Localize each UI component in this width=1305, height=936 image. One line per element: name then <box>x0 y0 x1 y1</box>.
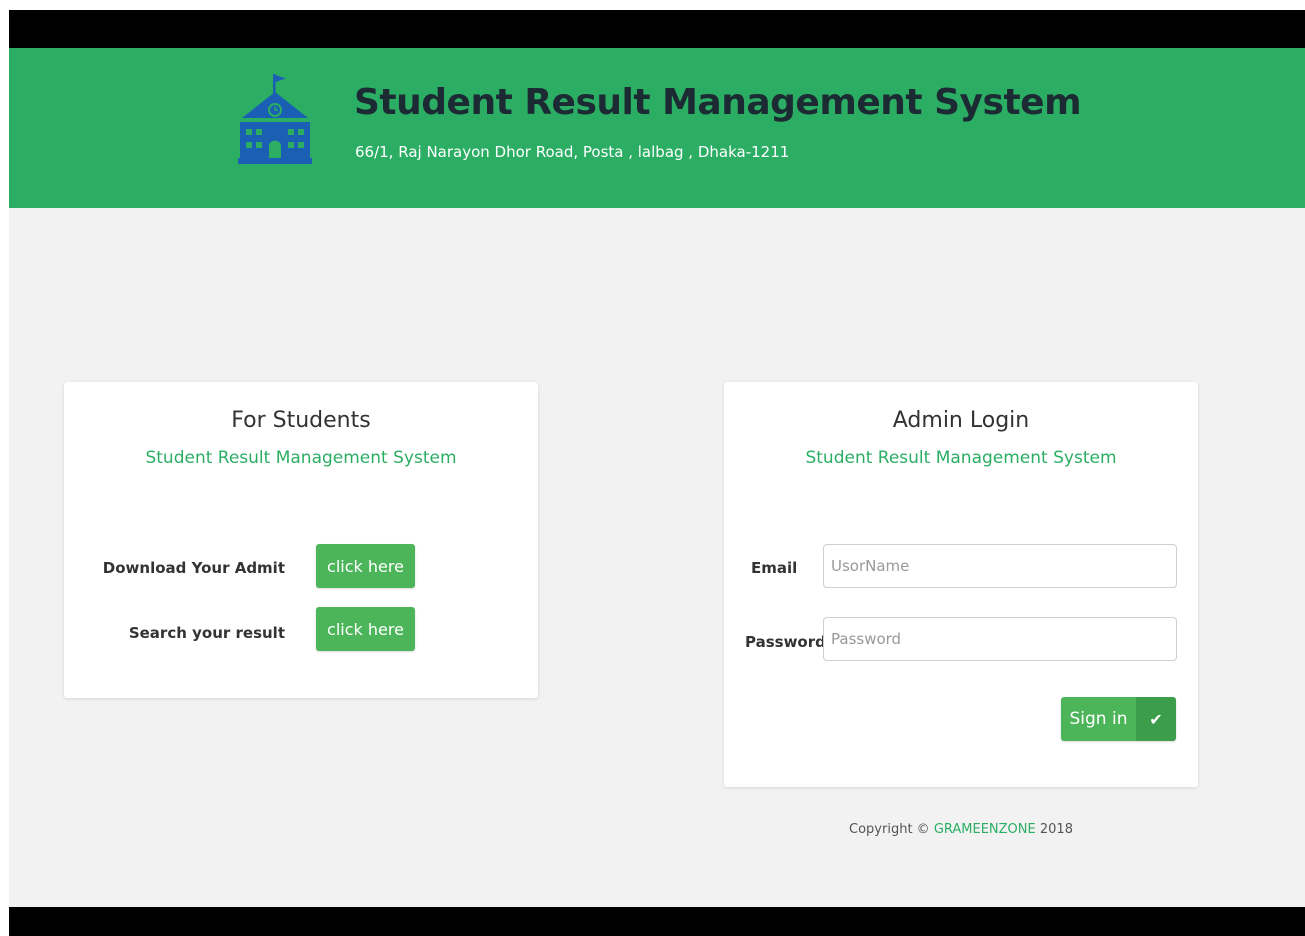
sign-in-button[interactable]: Sign in ✔ <box>1061 697 1176 741</box>
download-admit-label: Download Your Admit <box>102 559 285 577</box>
top-black-bar <box>9 10 1305 48</box>
search-result-button[interactable]: click here <box>316 607 415 651</box>
password-label: Password <box>745 633 826 651</box>
download-admit-button[interactable]: click here <box>316 544 415 588</box>
copyright-brand-link[interactable]: GRAMEENZONE <box>934 822 1036 837</box>
check-icon: ✔ <box>1136 697 1176 741</box>
students-card: For Students Student Result Management S… <box>64 382 538 698</box>
password-field[interactable] <box>823 617 1177 661</box>
site-header: Student Result Management System 66/1, R… <box>9 48 1305 208</box>
site-address: 66/1, Raj Narayon Dhor Road, Posta , lal… <box>355 143 790 161</box>
page-frame: Student Result Management System 66/1, R… <box>9 10 1305 936</box>
school-building-icon <box>238 74 312 164</box>
admin-login-card: Admin Login Student Result Management Sy… <box>724 382 1198 787</box>
copyright-text: Copyright © GRAMEENZONE 2018 <box>724 822 1198 837</box>
copyright-year: 2018 <box>1039 822 1073 837</box>
bottom-black-bar <box>9 907 1305 936</box>
sign-in-label: Sign in <box>1061 697 1136 741</box>
admin-card-title: Admin Login <box>892 408 1030 433</box>
admin-card-subtitle: Student Result Management System <box>805 448 1117 468</box>
search-result-label: Search your result <box>128 624 285 642</box>
students-card-title: For Students <box>231 408 371 433</box>
email-field[interactable] <box>823 544 1177 588</box>
site-title: Student Result Management System <box>354 82 1082 123</box>
copyright-prefix: Copyright © <box>849 822 930 837</box>
email-label: Email <box>751 559 798 577</box>
students-card-subtitle: Student Result Management System <box>145 448 457 468</box>
